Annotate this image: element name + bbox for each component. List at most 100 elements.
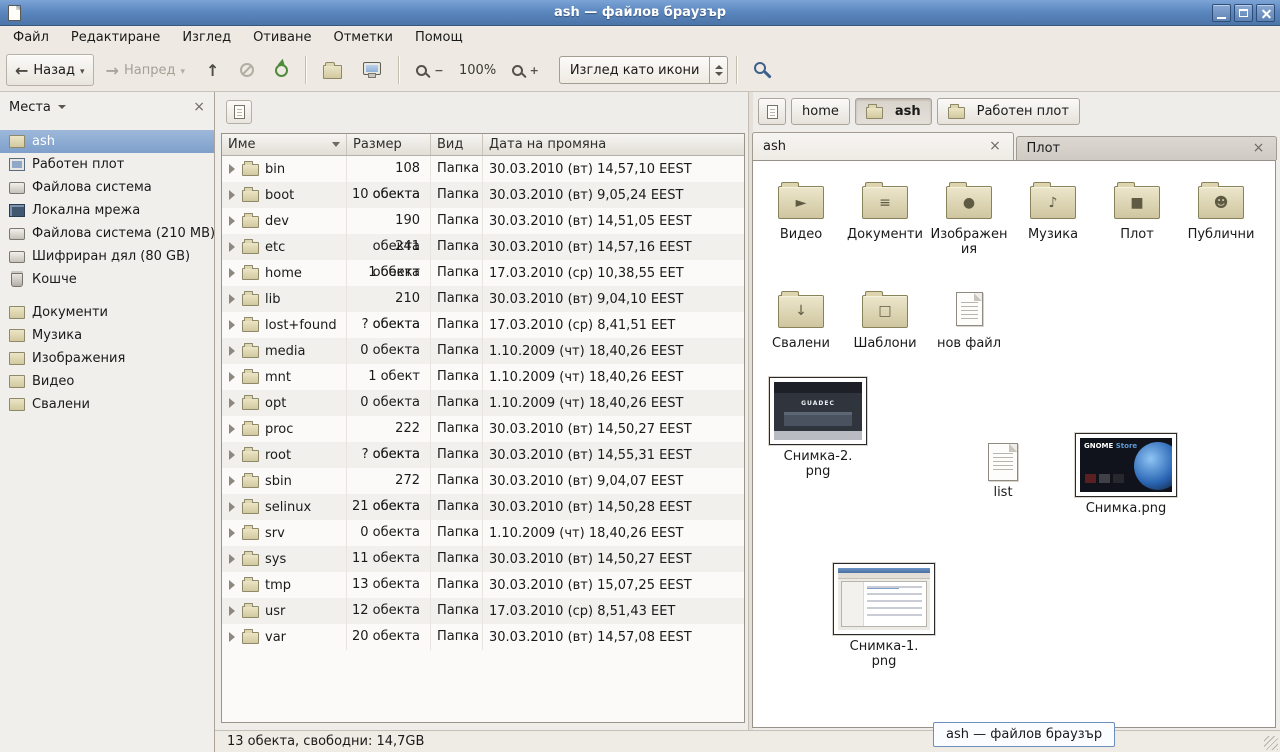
expander-icon[interactable] [229, 398, 235, 408]
sidebar-item[interactable]: Музика [0, 324, 214, 347]
table-row[interactable]: lost+found ? обекта Папка 17.03.2010 (ср… [222, 312, 744, 338]
icon-view-item[interactable]: ☻ Публични [1179, 169, 1263, 258]
sidebar-item[interactable]: Документи [0, 301, 214, 324]
search-button[interactable] [745, 54, 781, 86]
expander-icon[interactable] [229, 164, 235, 174]
icon-view-item[interactable]: ↓ Свалени [759, 278, 843, 352]
icon-view-item[interactable]: ≡ Документи [843, 169, 927, 258]
expander-icon[interactable] [229, 606, 235, 616]
home-button[interactable] [314, 54, 351, 86]
table-row[interactable]: etc 241 обекта Папка 30.03.2010 (вт) 14,… [222, 234, 744, 260]
window-menu-icon[interactable] [8, 5, 21, 21]
column-header-date[interactable]: Дата на промяна [483, 134, 744, 155]
zoom-out-button[interactable]: − [407, 54, 452, 86]
icon-view-item[interactable]: нов файл [927, 278, 1011, 352]
expander-icon[interactable] [229, 372, 235, 382]
table-row[interactable]: srv 0 обекта Папка 1.10.2009 (чт) 18,40,… [222, 520, 744, 546]
path-button-desktop[interactable]: Работен плот [937, 98, 1080, 125]
table-row[interactable]: usr 12 обекта Папка 17.03.2010 (ср) 8,51… [222, 598, 744, 624]
expander-icon[interactable] [229, 346, 235, 356]
sidebar-item[interactable]: Кошче [0, 268, 214, 291]
table-row[interactable]: mnt 1 обект Папка 1.10.2009 (чт) 18,40,2… [222, 364, 744, 390]
expander-icon[interactable] [229, 216, 235, 226]
expander-icon[interactable] [229, 502, 235, 512]
table-row[interactable]: selinux 21 обекта Папка 30.03.2010 (вт) … [222, 494, 744, 520]
icon-view-item[interactable]: GUADEC Снимка-2.png [763, 377, 873, 480]
forward-history-chevron-icon[interactable] [180, 63, 185, 78]
sidebar-item[interactable]: Шифриран дял (80 GB) [0, 245, 214, 268]
notes-button[interactable] [226, 100, 252, 124]
expander-icon[interactable] [229, 294, 235, 304]
sidebar-item[interactable] [0, 291, 214, 301]
path-button-home[interactable]: home [791, 98, 850, 125]
table-row[interactable]: root ? обекта Папка 30.03.2010 (вт) 14,5… [222, 442, 744, 468]
table-row[interactable]: tmp 13 обекта Папка 30.03.2010 (вт) 15,0… [222, 572, 744, 598]
back-button[interactable]: Назад [6, 54, 94, 86]
tab-close-button[interactable] [1251, 141, 1266, 156]
column-header-type[interactable]: Вид [431, 134, 483, 155]
forward-button[interactable]: Напред [97, 54, 194, 86]
expander-icon[interactable] [229, 554, 235, 564]
close-button[interactable] [1256, 4, 1275, 22]
column-header-name[interactable]: Име [222, 134, 347, 155]
icon-view-item[interactable]: ■ Плот [1095, 169, 1179, 258]
table-row[interactable]: bin 108 обекта Папка 30.03.2010 (вт) 14,… [222, 156, 744, 182]
menu-item[interactable]: Отиване [242, 27, 322, 48]
maximize-button[interactable] [1234, 4, 1253, 22]
expander-icon[interactable] [229, 580, 235, 590]
menu-item[interactable]: Файл [2, 27, 60, 48]
icon-view-item[interactable]: Снимка-1.png [829, 563, 939, 670]
expander-icon[interactable] [229, 190, 235, 200]
tab-ash[interactable]: ash [752, 132, 1014, 160]
table-row[interactable]: home 1 обект Папка 17.03.2010 (ср) 10,38… [222, 260, 744, 286]
sidebar-item[interactable]: Файлова система (210 MB) [0, 222, 214, 245]
reload-button[interactable] [266, 54, 297, 86]
back-history-chevron-icon[interactable] [80, 63, 85, 78]
expander-icon[interactable] [229, 528, 235, 538]
expander-icon[interactable] [229, 476, 235, 486]
table-row[interactable]: lib 210 обекта Папка 30.03.2010 (вт) 9,0… [222, 286, 744, 312]
expander-icon[interactable] [229, 632, 235, 642]
menu-item[interactable]: Редактиране [60, 27, 171, 48]
sidebar-item[interactable]: Локална мрежа [0, 199, 214, 222]
expander-icon[interactable] [229, 424, 235, 434]
sidebar-close-button[interactable] [193, 100, 205, 114]
column-header-size[interactable]: Размер [347, 134, 431, 155]
icon-view-item[interactable]: list [958, 443, 1048, 501]
tab-desktop[interactable]: Плот [1016, 136, 1278, 160]
table-row[interactable]: media 0 обекта Папка 1.10.2009 (чт) 18,4… [222, 338, 744, 364]
menu-item[interactable]: Отметки [322, 27, 403, 48]
table-row[interactable]: opt 0 обекта Папка 1.10.2009 (чт) 18,40,… [222, 390, 744, 416]
view-mode-select[interactable]: Изглед като икони [559, 56, 729, 84]
table-row[interactable]: sbin 272 обекта Папка 30.03.2010 (вт) 9,… [222, 468, 744, 494]
icon-view[interactable]: ► Видео ≡ Докум [752, 160, 1276, 728]
sidebar-item[interactable]: ash [0, 130, 214, 153]
expander-icon[interactable] [229, 450, 235, 460]
sidebar-item[interactable]: Работен плот [0, 153, 214, 176]
title-bar[interactable]: ash — файлов браузър [0, 0, 1280, 26]
sidebar-mode-chevron-icon[interactable] [58, 105, 66, 109]
sidebar-item[interactable]: Изображения [0, 347, 214, 370]
expander-icon[interactable] [229, 268, 235, 278]
zoom-in-button[interactable]: + [503, 54, 548, 86]
path-button-current[interactable]: ash [855, 98, 932, 125]
tab-close-button[interactable] [988, 139, 1003, 154]
table-row[interactable]: proc 222 обекта Папка 30.03.2010 (вт) 14… [222, 416, 744, 442]
menu-item[interactable]: Изглед [171, 27, 242, 48]
icon-view-item[interactable]: □ Шаблони [843, 278, 927, 352]
icon-view-item[interactable]: ● Изображения [927, 169, 1011, 258]
icon-view-item[interactable]: ► Видео [759, 169, 843, 258]
expander-icon[interactable] [229, 242, 235, 252]
sidebar-item[interactable]: Свалени [0, 393, 214, 416]
up-button[interactable] [197, 54, 228, 86]
resize-grip[interactable] [1264, 736, 1278, 750]
icon-view-item[interactable]: ♪ Музика [1011, 169, 1095, 258]
view-mode-spinner[interactable] [709, 57, 727, 83]
minimize-button[interactable] [1212, 4, 1231, 22]
table-row[interactable]: var 20 обекта Папка 30.03.2010 (вт) 14,5… [222, 624, 744, 650]
path-root-button[interactable] [758, 98, 786, 125]
table-row[interactable]: sys 11 обекта Папка 30.03.2010 (вт) 14,5… [222, 546, 744, 572]
expander-icon[interactable] [229, 320, 235, 330]
sidebar-item[interactable]: Файлова система [0, 176, 214, 199]
table-row[interactable]: boot 10 обекта Папка 30.03.2010 (вт) 9,0… [222, 182, 744, 208]
